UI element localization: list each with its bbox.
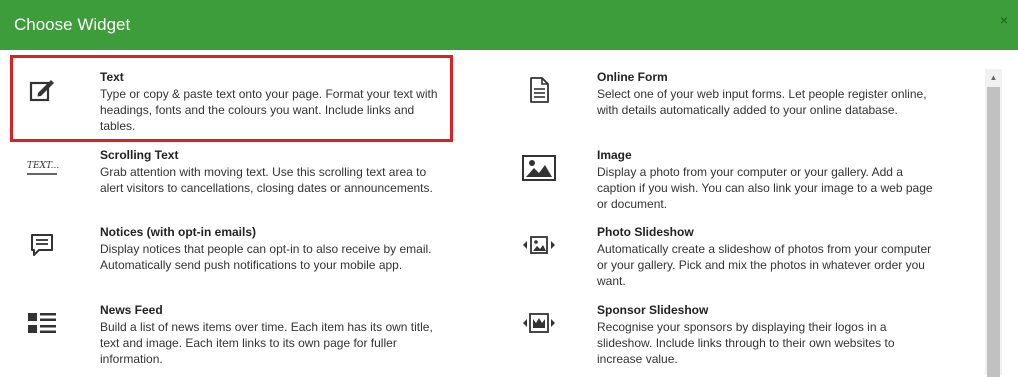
widget-title: Photo Slideshow [597, 225, 694, 239]
image-icon [519, 148, 559, 188]
widget-title: Text [100, 70, 124, 84]
widget-description: Display notices that people can opt-in t… [100, 242, 432, 272]
widget-description: Recognise your sponsors by displaying th… [597, 320, 895, 366]
document-form-icon [519, 70, 559, 110]
widget-photo-slideshow[interactable]: Photo Slideshow Automatically create a s… [519, 225, 939, 289]
widget-description: Automatically create a slideshow of phot… [597, 242, 932, 288]
widget-scrolling-text[interactable]: TEXT... Scrolling Text Grab attention wi… [22, 148, 442, 198]
notice-message-icon [22, 225, 62, 265]
widget-description: Display a photo from your computer or yo… [597, 165, 933, 211]
widget-news-feed[interactable]: News Feed Build a list of news items ove… [22, 303, 442, 367]
scroll-up-arrow-icon[interactable]: ▲ [985, 69, 1002, 85]
widget-description: Select one of your web input forms. Let … [597, 87, 927, 117]
widget-title: News Feed [100, 303, 163, 317]
widget-title: Scrolling Text [100, 148, 179, 162]
widget-description: Build a list of news items over time. Ea… [100, 320, 433, 366]
sponsor-crown-icon [519, 303, 559, 343]
widget-title: Notices (with opt-in emails) [100, 225, 257, 239]
widget-notices[interactable]: Notices (with opt-in emails) Display not… [22, 225, 442, 275]
photo-slideshow-icon [519, 225, 559, 265]
widget-image[interactable]: Image Display a photo from your computer… [519, 148, 939, 212]
widget-title: Sponsor Slideshow [597, 303, 709, 317]
news-list-icon [22, 303, 62, 343]
dialog-title: Choose Widget [14, 15, 131, 34]
scrollbar[interactable]: ▲ [985, 69, 1002, 377]
scrolling-text-icon: TEXT... [22, 148, 62, 188]
widget-text[interactable]: Text Type or copy & paste text onto your… [22, 70, 442, 134]
scrolling-text-icon-label: TEXT... [27, 161, 59, 171]
widget-online-form[interactable]: Online Form Select one of your web input… [519, 70, 939, 120]
edit-text-icon [22, 70, 62, 110]
close-button[interactable]: × [1000, 12, 1008, 28]
dialog-header: Choose Widget × [0, 0, 1018, 50]
widget-description: Type or copy & paste text onto your page… [100, 87, 438, 133]
widget-description: Grab attention with moving text. Use thi… [100, 165, 433, 195]
scrollbar-thumb[interactable] [987, 87, 1000, 377]
widget-title: Online Form [597, 70, 668, 84]
widget-title: Image [597, 148, 632, 162]
widget-sponsor-slideshow[interactable]: Sponsor Slideshow Recognise your sponsor… [519, 303, 939, 367]
